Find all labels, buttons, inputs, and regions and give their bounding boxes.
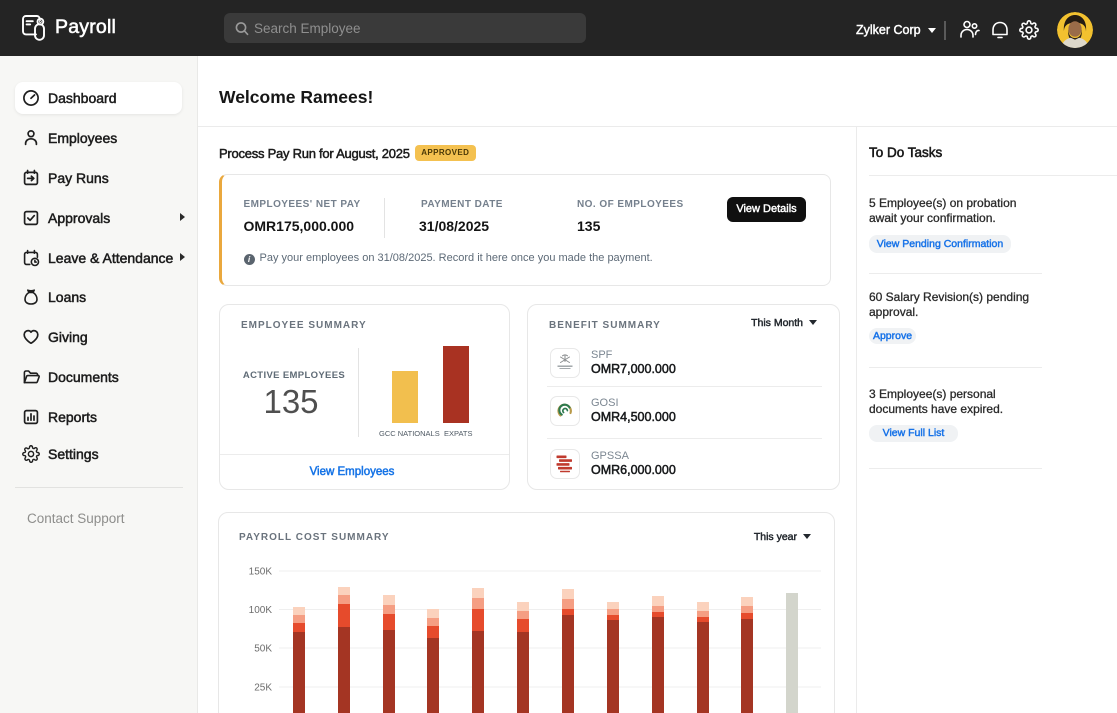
svg-text:150K: 150K xyxy=(249,567,273,578)
svg-text:100K: 100K xyxy=(249,605,273,616)
svg-text:25K: 25K xyxy=(254,683,272,694)
svg-text:50K: 50K xyxy=(254,644,272,655)
